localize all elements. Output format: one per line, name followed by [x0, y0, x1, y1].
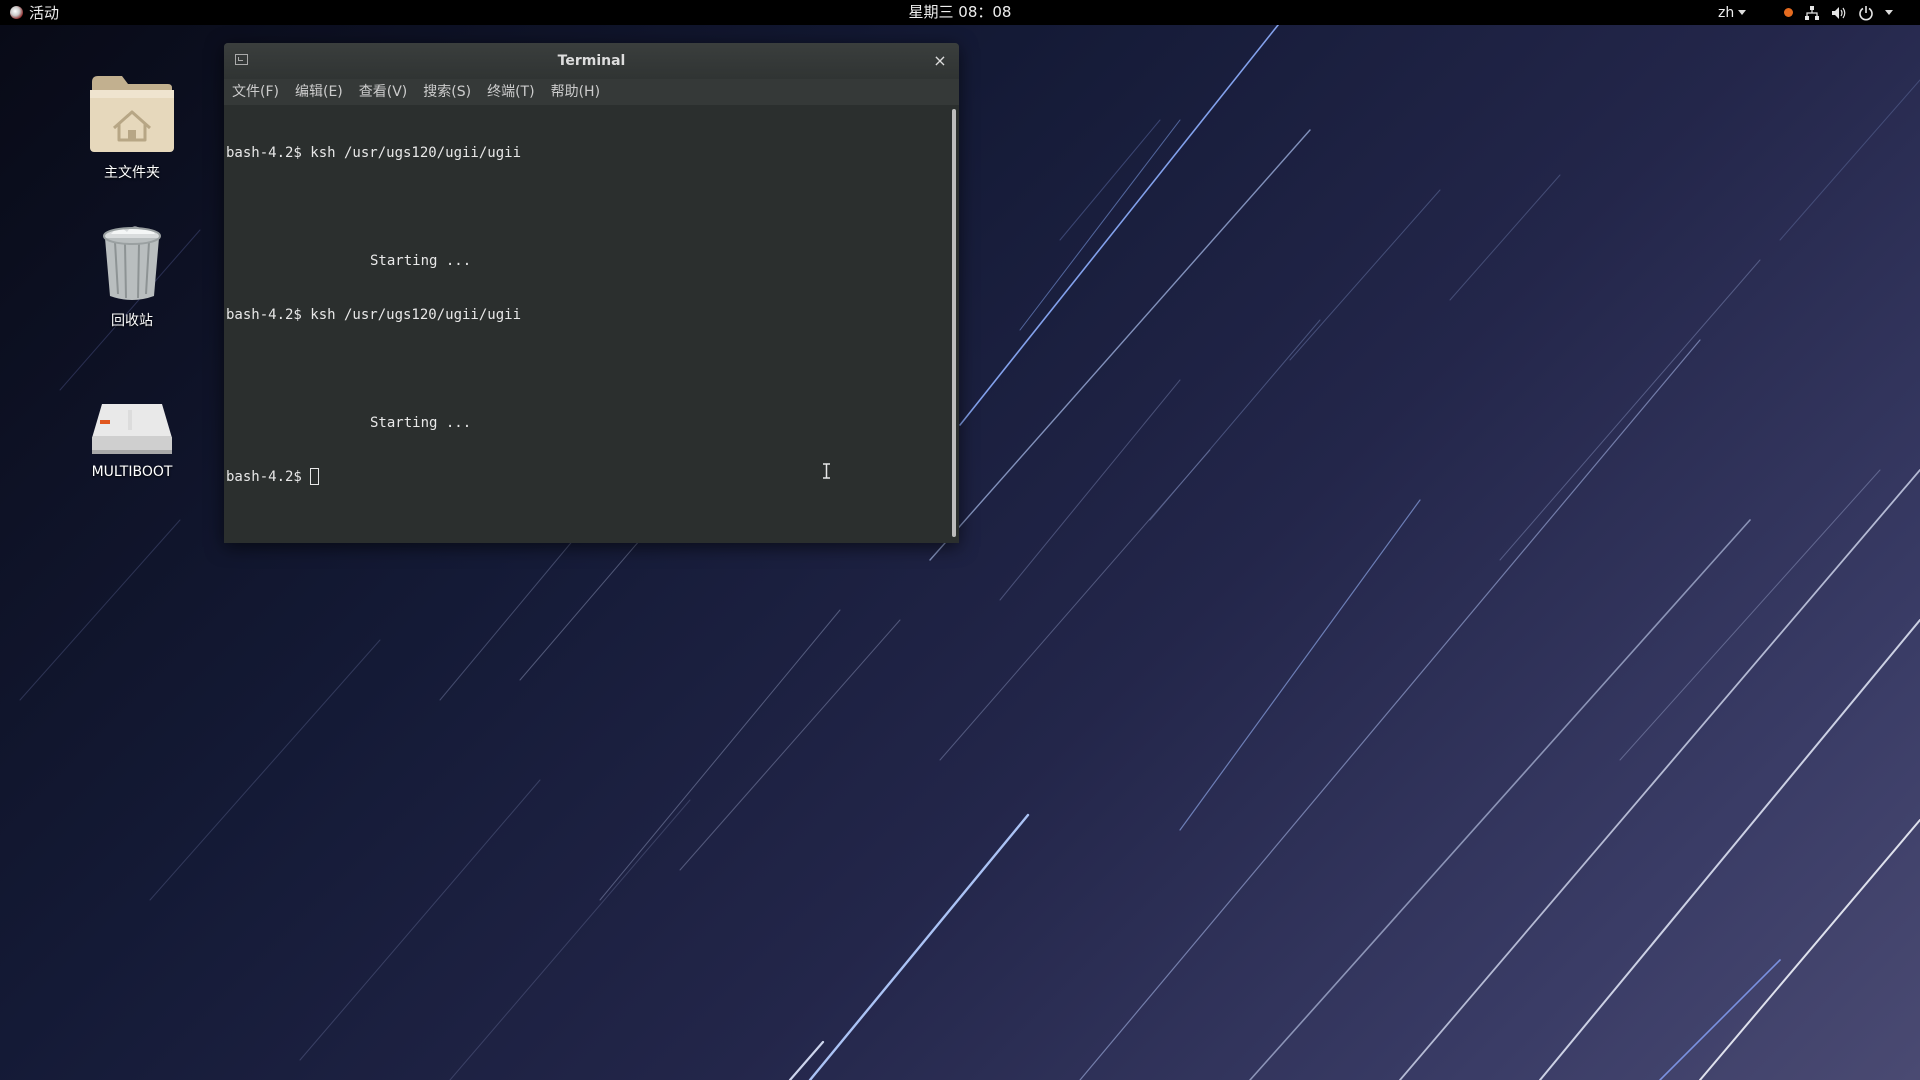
chevron-down-icon — [1738, 10, 1747, 15]
top-bar: 活动 星期三 08：08 zh — [0, 0, 1920, 25]
menu-file[interactable]: 文件(F) — [224, 79, 287, 105]
trash-icon — [103, 226, 161, 300]
terminal-output[interactable]: bash-4.2$ ksh /usr/ugs120/ugii/ugii Star… — [224, 105, 949, 543]
desktop-icon-multiboot[interactable]: MULTIBOOT — [72, 400, 192, 480]
terminal-prompt: bash-4.2$ — [226, 469, 302, 485]
new-tab-icon[interactable] — [235, 54, 248, 65]
power-icon — [1859, 5, 1873, 20]
record-indicator-icon — [1784, 8, 1793, 17]
desktop-icon-label: MULTIBOOT — [91, 464, 173, 480]
scrollbar[interactable] — [949, 105, 959, 543]
distro-logo-icon — [10, 6, 23, 19]
window-title-bar[interactable]: Terminal × — [224, 43, 959, 79]
drive-icon — [92, 404, 172, 454]
scrollbar-thumb[interactable] — [952, 109, 956, 537]
desktop-icon-home-folder[interactable]: 主文件夹 — [72, 72, 192, 182]
menu-terminal[interactable]: 终端(T) — [479, 79, 542, 105]
desktop-icon-label: 主文件夹 — [104, 165, 160, 181]
network-icon — [1805, 5, 1819, 20]
chevron-down-icon — [1885, 10, 1893, 15]
desktop-icon-label: 回收站 — [111, 313, 153, 329]
menu-search[interactable]: 搜索(S) — [415, 79, 479, 105]
input-language-menu[interactable]: zh — [1718, 0, 1747, 25]
terminal-line: Starting ... — [370, 253, 472, 269]
terminal-line: bash-4.2$ ksh /usr/ugs120/ugii/ugii — [226, 307, 522, 323]
clock-container: 星期三 08：08 — [0, 0, 1920, 25]
home-folder-icon — [90, 76, 174, 152]
terminal-window: Terminal × 文件(F) 编辑(E) 查看(V) 搜索(S) 终端(T)… — [224, 43, 959, 543]
window-title: Terminal — [557, 53, 626, 69]
activities-label: 活动 — [29, 4, 60, 22]
activities-button[interactable]: 活动 — [10, 0, 59, 25]
menu-view[interactable]: 查看(V) — [351, 79, 416, 105]
menu-edit[interactable]: 编辑(E) — [287, 79, 351, 105]
language-label: zh — [1718, 4, 1735, 21]
menu-bar: 文件(F) 编辑(E) 查看(V) 搜索(S) 终端(T) 帮助(H) — [224, 79, 959, 105]
volume-icon — [1832, 6, 1846, 19]
terminal-line: Starting ... — [370, 415, 472, 431]
system-menu[interactable] — [1784, 0, 1893, 25]
close-button[interactable]: × — [931, 52, 949, 70]
desktop-icon-trash[interactable]: 回收站 — [72, 224, 192, 330]
terminal-prompt-line: bash-4.2$ — [224, 468, 949, 486]
clock[interactable]: 星期三 08：08 — [909, 3, 1012, 21]
menu-help[interactable]: 帮助(H) — [543, 79, 608, 105]
text-cursor — [309, 468, 319, 485]
terminal-line: bash-4.2$ ksh /usr/ugs120/ugii/ugii — [226, 145, 522, 161]
